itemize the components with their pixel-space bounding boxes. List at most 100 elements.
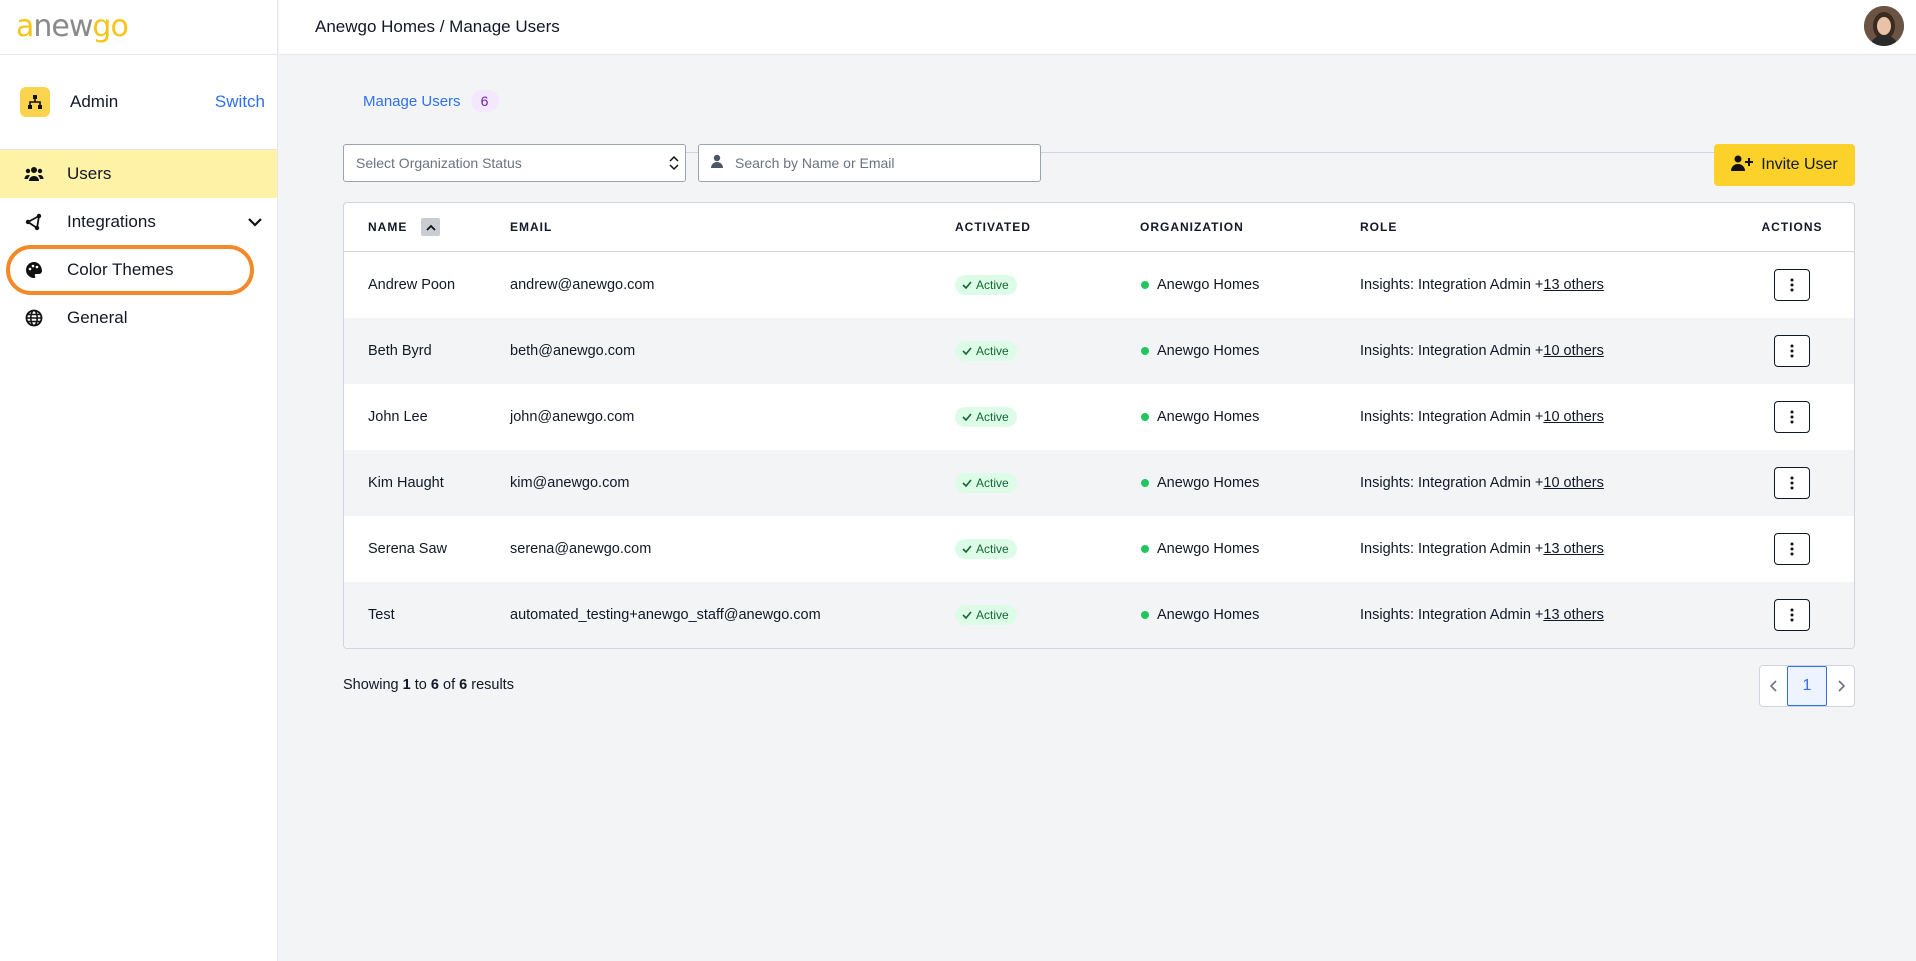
org-hierarchy-icon [20,87,50,117]
row-actions-button[interactable] [1774,269,1810,301]
count-badge: 6 [470,90,499,112]
role-cell: Insights: Integration Admin +10 others [1360,343,1604,359]
status-dot-icon [1141,413,1149,421]
kebab-menu-icon [1790,542,1794,556]
column-header-role: ROLE [1360,220,1398,234]
integrations-icon [24,212,44,232]
sidebar: anewgo Admin Switch Users Integrations C… [0,0,278,961]
invite-user-label: Invite User [1761,156,1838,173]
user-email: andrew@anewgo.com [510,277,655,293]
activated-cell: Active [955,341,1140,361]
topbar: Anewgo Homes / Manage Users [279,0,1916,55]
select-updown-icon [669,154,679,175]
role-cell: Insights: Integration Admin +10 others [1360,409,1604,425]
user-name: Kim Haught [368,475,444,491]
tab-bar: Manage Users 6 [343,80,1855,153]
sidebar-item-color-themes[interactable]: Color Themes [0,246,277,294]
row-actions-button[interactable] [1774,533,1810,565]
chevron-down-icon[interactable] [247,212,263,232]
organization-cell: Anewgo Homes [1140,343,1360,359]
search-input[interactable] [735,155,1025,171]
switch-link[interactable]: Switch [215,92,265,112]
organization-cell: Anewgo Homes [1140,277,1360,293]
results-summary: Showing 1 to 6 of 6 results [343,677,514,693]
other-roles-link[interactable]: 10 others [1543,475,1603,491]
page-number-button[interactable]: 1 [1787,666,1827,706]
table-footer: Showing 1 to 6 of 6 results 1 [343,665,1855,709]
table-row: John Lee john@anewgo.com Active Anewgo Home… [344,384,1854,450]
activated-cell: Active [955,275,1140,295]
table-row: Beth Byrd beth@anewgo.com Active Anewgo Hom… [344,318,1854,384]
table-row: Test automated_testing+anewgo_staff@anewg… [344,582,1854,648]
search-box[interactable] [698,144,1041,182]
user-email: automated_testing+anewgo_staff@anewgo.co… [510,607,821,623]
user-email: kim@anewgo.com [510,475,630,491]
main-content: Manage Users 6 Select Organization Statu… [343,55,1855,707]
activated-cell: Active [955,539,1140,559]
status-badge: Active [955,539,1017,559]
other-roles-link[interactable]: 13 others [1543,277,1603,293]
tab-label: Manage Users [363,93,461,110]
sort-ascending-icon[interactable] [421,218,441,236]
user-plus-icon [1731,155,1754,176]
anewgo-logo[interactable]: anewgo [16,12,129,42]
other-roles-link[interactable]: 10 others [1543,409,1603,425]
column-header-actions: ACTIONS [1761,220,1823,234]
check-icon [962,476,972,490]
user-icon [711,154,723,173]
sidebar-item-users[interactable]: Users [0,150,277,198]
check-icon [962,542,972,556]
avatar[interactable] [1864,6,1904,46]
status-badge: Active [955,605,1017,625]
row-actions-button[interactable] [1774,335,1810,367]
kebab-menu-icon [1790,608,1794,622]
table-header: NAME EMAIL ACTIVATED ORGANIZATION ROLE A… [344,203,1854,252]
check-icon [962,344,972,358]
context-label: Admin [70,92,119,111]
kebab-menu-icon [1790,476,1794,490]
invite-user-button[interactable]: Invite User [1714,144,1855,186]
logo-bar: anewgo [0,0,277,55]
status-dot-icon [1141,545,1149,553]
other-roles-link[interactable]: 13 others [1543,607,1603,623]
organization-cell: Anewgo Homes [1140,475,1360,491]
status-badge: Active [955,473,1017,493]
tab-manage-users[interactable]: Manage Users 6 [343,80,518,153]
context-switcher: Admin Switch [0,55,277,150]
sidebar-item-integrations[interactable]: Integrations [0,198,277,246]
user-name: John Lee [368,409,428,425]
role-cell: Insights: Integration Admin +13 others [1360,541,1604,557]
user-email: john@anewgo.com [510,409,635,425]
actions-cell [1730,599,1854,631]
activated-cell: Active [955,407,1140,427]
role-cell: Insights: Integration Admin +13 others [1360,277,1604,293]
row-actions-button[interactable] [1774,467,1810,499]
next-page-button[interactable] [1827,666,1854,706]
actions-cell [1730,401,1854,433]
organization-cell: Anewgo Homes [1140,541,1360,557]
row-actions-button[interactable] [1774,599,1810,631]
user-name: Serena Saw [368,541,447,557]
status-dot-icon [1141,479,1149,487]
users-icon [24,164,44,184]
role-cell: Insights: Integration Admin +10 others [1360,475,1604,491]
status-badge: Active [955,275,1017,295]
check-icon [962,608,972,622]
sidebar-item-label: Integrations [67,212,156,231]
sidebar-item-general[interactable]: General [0,294,277,342]
other-roles-link[interactable]: 10 others [1543,343,1603,359]
user-name: Andrew Poon [368,277,456,293]
check-icon [962,410,972,424]
row-actions-button[interactable] [1774,401,1810,433]
organization-status-select[interactable]: Select Organization Status [343,144,686,182]
activated-cell: Active [955,605,1140,625]
column-header-name: NAME [344,218,510,236]
user-name: Beth Byrd [368,343,432,359]
filter-bar: Select Organization Status Invite User [343,144,1855,189]
sidebar-nav: Users Integrations Color Themes General [0,150,277,342]
organization-cell: Anewgo Homes [1140,607,1360,623]
other-roles-link[interactable]: 13 others [1543,541,1603,557]
prev-page-button[interactable] [1760,666,1787,706]
user-name: Test [368,607,395,623]
check-icon [962,278,972,292]
